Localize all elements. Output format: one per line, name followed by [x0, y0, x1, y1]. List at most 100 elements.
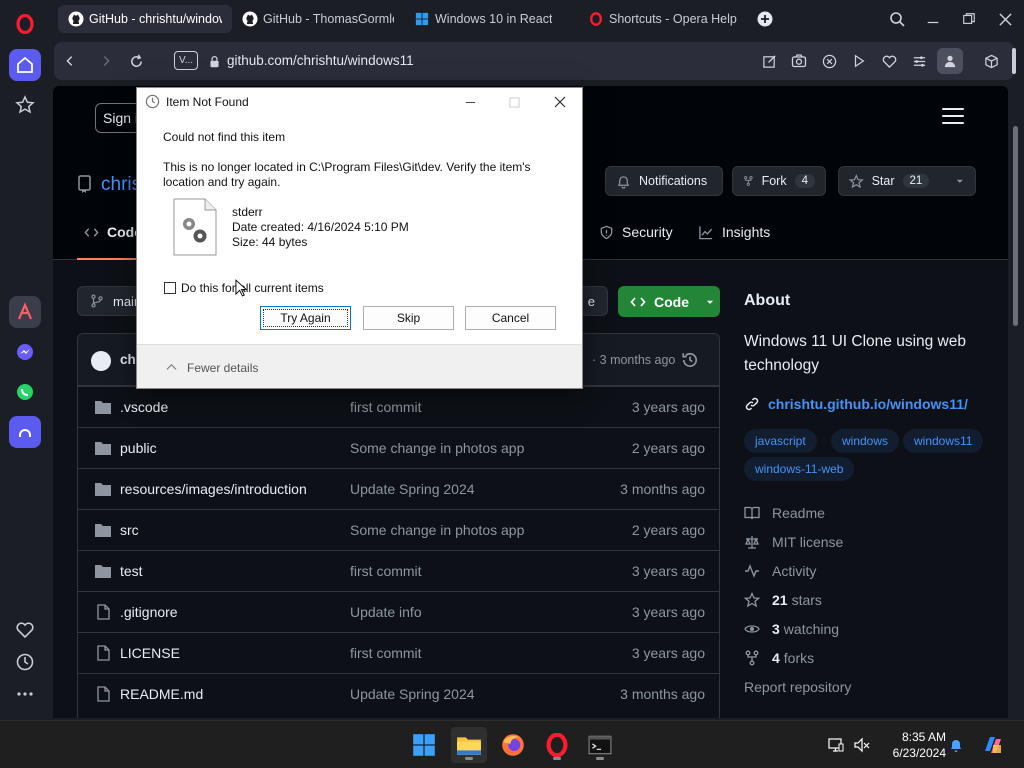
page-scrollbar[interactable]	[1008, 86, 1024, 718]
topic-tag[interactable]: windows11	[903, 429, 984, 453]
messenger-icon[interactable]	[9, 336, 41, 368]
dialog-close-icon[interactable]	[543, 91, 577, 113]
topic-tag[interactable]: windows-11-web	[744, 457, 855, 481]
network-muted-icon[interactable]	[852, 735, 872, 755]
table-row[interactable]: src Some change in photos app 2 years ago	[78, 509, 719, 550]
topic-tag[interactable]: javascript	[744, 429, 817, 453]
restore-icon[interactable]	[958, 8, 980, 30]
commit-message-link[interactable]: first commit	[350, 399, 422, 415]
commit-history-icon[interactable]	[681, 351, 699, 369]
minimize-icon[interactable]	[922, 8, 944, 30]
opera-taskbar-icon[interactable]	[539, 727, 575, 763]
start-windows-icon[interactable]	[406, 727, 442, 763]
file-name-link[interactable]: src	[120, 522, 139, 538]
commit-message-link[interactable]: Update Spring 2024	[350, 481, 475, 497]
skip-button[interactable]: Skip	[363, 306, 454, 330]
file-explorer-icon[interactable]	[451, 727, 487, 763]
bookmark-heart-icon[interactable]	[879, 51, 899, 71]
tab-code[interactable]: Code	[84, 224, 142, 240]
topic-tag[interactable]: windows	[831, 429, 900, 453]
profile-icon[interactable]	[937, 48, 963, 74]
commit-message-link[interactable]: first commit	[350, 563, 422, 579]
history-clock-icon[interactable]	[9, 646, 41, 678]
file-name-link[interactable]: .vscode	[120, 399, 168, 415]
home-icon[interactable]	[9, 49, 41, 81]
adblock-icon[interactable]	[819, 51, 839, 71]
commit-message-link[interactable]: Some change in photos app	[350, 440, 524, 456]
star-icon[interactable]	[9, 89, 41, 121]
license-link[interactable]: MIT license	[744, 534, 843, 550]
report-repository-link[interactable]: Report repository	[744, 679, 851, 695]
file-name-link[interactable]: .gitignore	[120, 604, 178, 620]
notification-bell-icon[interactable]	[946, 735, 966, 755]
system-clock[interactable]: 8:35 AM 6/23/2024	[876, 729, 946, 761]
forward-arrow-icon[interactable]	[96, 51, 116, 71]
file-name-link[interactable]: test	[120, 563, 143, 579]
tab-opera-shortcuts[interactable]: Shortcuts - Opera Help	[578, 5, 748, 33]
dialog-titlebar[interactable]: Item Not Found	[137, 88, 582, 116]
table-row[interactable]: test first commit 3 years ago	[78, 550, 719, 591]
commit-message-link[interactable]: Update Spring 2024	[350, 686, 475, 702]
try-again-button[interactable]: Try Again	[260, 306, 351, 330]
tab-windows10-react[interactable]: Windows 10 in React	[404, 5, 578, 33]
close-window-icon[interactable]	[994, 8, 1016, 30]
watching-link[interactable]: 3 watching	[744, 621, 839, 637]
table-row[interactable]: README.md Update Spring 2024 3 months ago	[78, 673, 719, 714]
terminal-icon[interactable]	[582, 727, 618, 763]
edit-icon[interactable]	[759, 51, 779, 71]
fork-button[interactable]: Fork 4	[732, 166, 826, 196]
aria-icon[interactable]	[9, 296, 41, 328]
table-row[interactable]: .gitignore Update info 3 years ago	[78, 591, 719, 632]
apply-all-checkbox[interactable]	[164, 282, 176, 294]
whatsapp-icon[interactable]	[9, 376, 41, 408]
tab-github-windows11[interactable]: GitHub - chrishtu/windows11	[58, 5, 232, 33]
commit-message-link[interactable]: first commit	[350, 645, 422, 661]
url-text[interactable]: github.com/chrishtu/windows11	[227, 53, 414, 68]
extensions-cube-icon[interactable]	[981, 51, 1001, 71]
table-row[interactable]: .vscode first commit 3 years ago	[78, 386, 719, 427]
firefox-icon[interactable]	[495, 727, 531, 763]
player-icon[interactable]	[849, 51, 869, 71]
tab-github-thomasgormley[interactable]: GitHub - ThomasGormley/...	[232, 5, 404, 33]
file-name-link[interactable]: LICENSE	[120, 645, 180, 661]
forks-link[interactable]: 4 forks	[744, 650, 814, 666]
commit-message-link[interactable]: Some change in photos app	[350, 522, 524, 538]
hamburger-menu-icon[interactable]	[942, 108, 964, 126]
more-dots-icon[interactable]	[9, 678, 41, 710]
back-arrow-icon[interactable]	[60, 51, 80, 71]
file-name-link[interactable]: README.md	[120, 686, 203, 702]
music-icon[interactable]	[9, 416, 41, 448]
file-name-link[interactable]: resources/images/introduction	[120, 481, 307, 497]
activity-link[interactable]: Activity	[744, 563, 816, 579]
stars-link[interactable]: 21 stars	[744, 592, 822, 608]
copilot-icon[interactable]	[980, 732, 1006, 758]
vpn-badge[interactable]: V...	[174, 51, 198, 70]
table-row[interactable]: LICENSE first commit 3 years ago	[78, 632, 719, 673]
avatar[interactable]	[91, 351, 111, 371]
scrollbar-thumb[interactable]	[1013, 126, 1018, 326]
tab-security[interactable]: Security	[599, 224, 673, 240]
new-tab-plus-icon[interactable]	[754, 8, 776, 30]
heart-icon[interactable]	[9, 614, 41, 646]
dialog-minimize-icon[interactable]	[453, 91, 487, 113]
reload-icon[interactable]	[126, 51, 146, 71]
notifications-button[interactable]: Notifications	[605, 166, 723, 196]
homepage-link[interactable]: chrishtu.github.io/windows11/	[744, 396, 968, 412]
readme-link[interactable]: Readme	[744, 505, 825, 521]
camera-icon[interactable]	[789, 51, 809, 71]
display-icon[interactable]	[826, 735, 846, 755]
chevron-up-icon[interactable]	[166, 362, 177, 373]
code-dropdown-button[interactable]: Code	[618, 286, 720, 317]
tab-search-icon[interactable]	[886, 8, 908, 30]
cancel-button[interactable]: Cancel	[465, 306, 556, 330]
apply-all-label[interactable]: Do this for all current items	[181, 281, 324, 295]
file-name-link[interactable]: public	[120, 440, 157, 456]
table-row[interactable]: public Some change in photos app 2 years a…	[78, 427, 719, 468]
star-button[interactable]: Star 21	[838, 166, 976, 196]
table-row[interactable]: resources/images/introduction Update Spri…	[78, 468, 719, 509]
opera-logo-icon[interactable]	[9, 8, 41, 40]
sidebar-handle[interactable]	[1012, 48, 1016, 74]
easy-setup-icon[interactable]	[909, 51, 929, 71]
chevron-down-icon[interactable]	[955, 176, 965, 186]
lock-icon[interactable]	[204, 51, 224, 71]
